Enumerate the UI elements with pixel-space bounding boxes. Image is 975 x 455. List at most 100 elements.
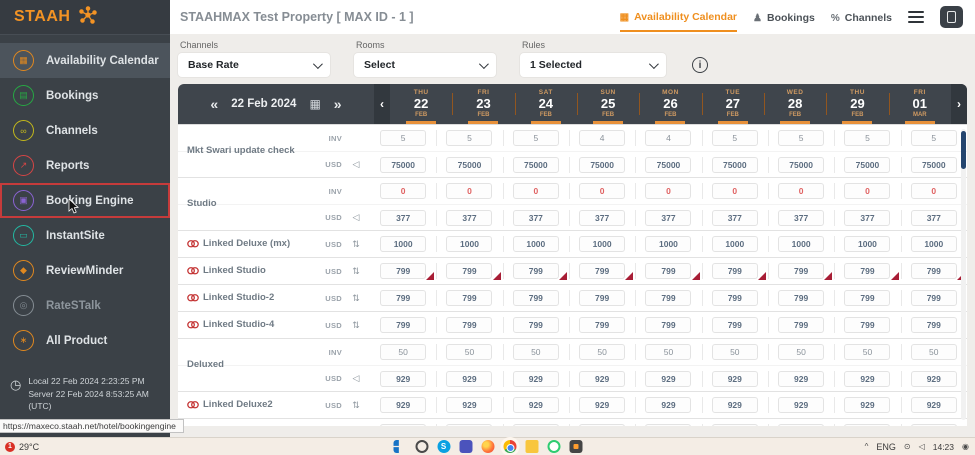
calendar-cell[interactable]: 799 — [702, 285, 768, 311]
inventory-value[interactable]: 0 — [911, 183, 957, 199]
volume-icon[interactable]: ◁ — [919, 442, 925, 451]
calendar-cell[interactable]: 799 — [635, 258, 701, 284]
inventory-value[interactable]: 0 — [911, 424, 957, 426]
rate-value[interactable]: 75000 — [446, 157, 492, 173]
rate-value[interactable]: 799 — [579, 317, 625, 333]
calendar-cell[interactable]: 0 — [702, 419, 768, 426]
rate-value[interactable]: 377 — [778, 210, 824, 226]
calendar-cell[interactable]: 50 — [901, 339, 967, 365]
rate-value[interactable]: 799 — [513, 317, 559, 333]
calendar-cell[interactable]: 0 — [635, 419, 701, 426]
calendar-cell[interactable]: 929 — [702, 392, 768, 418]
calendar-cell[interactable]: 5 — [768, 125, 834, 151]
firefox-icon[interactable] — [481, 440, 494, 453]
calendar-cell[interactable]: 0 — [901, 178, 967, 204]
rate-value[interactable]: 799 — [446, 290, 492, 306]
next-week-button[interactable]: » — [334, 96, 342, 112]
calendar-cell[interactable]: 0 — [370, 178, 436, 204]
calendar-cell[interactable]: 799 — [370, 258, 436, 284]
prev-week-button[interactable]: « — [210, 96, 218, 112]
app-switcher-button[interactable] — [940, 6, 963, 28]
rate-value[interactable]: 1000 — [778, 236, 824, 252]
calendar-cell[interactable]: 75000 — [768, 152, 834, 178]
calendar-cell[interactable]: 929 — [768, 366, 834, 392]
rate-value[interactable]: 929 — [712, 371, 758, 387]
calendar-cell[interactable]: 799 — [768, 312, 834, 338]
calendar-cell[interactable]: 799 — [436, 312, 502, 338]
folder-icon[interactable] — [525, 440, 538, 453]
rate-value[interactable]: 1000 — [645, 236, 691, 252]
rate-value[interactable]: 929 — [513, 371, 559, 387]
calendar-cell[interactable]: 799 — [503, 312, 569, 338]
rate-value[interactable]: 929 — [380, 371, 426, 387]
date-column-22-feb[interactable]: THU22FEB — [390, 84, 452, 124]
date-column-24-feb[interactable]: SAT24FEB — [515, 84, 577, 124]
calendar-cell[interactable]: 929 — [768, 392, 834, 418]
channels-dropdown[interactable]: Base Rate — [178, 53, 330, 77]
rate-value[interactable]: 75000 — [911, 157, 957, 173]
date-column-25-feb[interactable]: SUN25FEB — [577, 84, 639, 124]
rate-value[interactable]: 799 — [380, 290, 426, 306]
calendar-cell[interactable]: 5 — [702, 125, 768, 151]
calendar-cell[interactable]: 0 — [702, 178, 768, 204]
calendar-cell[interactable]: 799 — [370, 312, 436, 338]
rate-value[interactable]: 799 — [911, 263, 957, 279]
rate-value[interactable]: 799 — [778, 290, 824, 306]
rate-value[interactable]: 929 — [911, 397, 957, 413]
rate-value[interactable]: 799 — [513, 263, 559, 279]
inventory-value[interactable]: 0 — [579, 183, 625, 199]
calendar-cell[interactable]: 4 — [635, 125, 701, 151]
calendar-cell[interactable]: 0 — [834, 178, 900, 204]
rate-value[interactable]: 799 — [911, 317, 957, 333]
calendar-cell[interactable]: 0 — [503, 178, 569, 204]
rate-value[interactable]: 929 — [579, 371, 625, 387]
rate-value[interactable]: 929 — [380, 397, 426, 413]
calendar-cell[interactable]: 0 — [834, 419, 900, 426]
rate-value[interactable]: 1000 — [579, 236, 625, 252]
rate-value[interactable]: 377 — [712, 210, 758, 226]
calendar-cell[interactable]: 799 — [901, 258, 967, 284]
calendar-cell[interactable]: 5 — [436, 125, 502, 151]
calendar-cell[interactable]: 799 — [635, 285, 701, 311]
rate-value[interactable]: 799 — [712, 263, 758, 279]
calendar-cell[interactable]: 50 — [503, 339, 569, 365]
tray-expand-caret[interactable]: ^ — [865, 442, 869, 451]
inventory-value[interactable]: 5 — [513, 130, 559, 146]
calendar-cell[interactable]: 929 — [569, 366, 635, 392]
scrollbar-thumb[interactable] — [961, 131, 966, 169]
calendar-cell[interactable]: 929 — [503, 392, 569, 418]
calendar-cell[interactable]: 377 — [436, 205, 502, 231]
date-column-23-feb[interactable]: FRI23FEB — [452, 84, 514, 124]
calendar-cell[interactable]: 0 — [569, 178, 635, 204]
calendar-cell[interactable]: 0 — [768, 419, 834, 426]
calendar-cell[interactable]: 5 — [503, 125, 569, 151]
rate-value[interactable]: 929 — [579, 397, 625, 413]
calendar-cell[interactable]: 929 — [834, 392, 900, 418]
calendar-cell[interactable]: 929 — [436, 366, 502, 392]
rate-value[interactable]: 1000 — [911, 236, 957, 252]
calendar-cell[interactable]: 377 — [834, 205, 900, 231]
rate-value[interactable]: 799 — [844, 263, 890, 279]
scroll-dates-right-button[interactable]: › — [951, 84, 967, 124]
nav-channels[interactable]: % Channels — [831, 3, 892, 31]
inventory-value[interactable]: 0 — [513, 183, 559, 199]
calendar-cell[interactable]: 50 — [768, 339, 834, 365]
sidebar-item-reports[interactable]: ↗Reports — [0, 148, 170, 183]
rate-value[interactable]: 377 — [446, 210, 492, 226]
rate-value[interactable]: 929 — [645, 397, 691, 413]
calendar-cell[interactable]: 799 — [569, 258, 635, 284]
rate-value[interactable]: 929 — [513, 397, 559, 413]
calendar-cell[interactable]: 799 — [569, 312, 635, 338]
inventory-value[interactable]: 50 — [844, 344, 890, 360]
calendar-cell[interactable]: 377 — [370, 205, 436, 231]
calendar-cell[interactable]: 799 — [901, 312, 967, 338]
sidebar-item-ratestalk[interactable]: ◎RateSTalk — [0, 288, 170, 323]
rate-value[interactable]: 799 — [778, 263, 824, 279]
inventory-value[interactable]: 0 — [380, 424, 426, 426]
calendar-cell[interactable]: 929 — [436, 392, 502, 418]
calendar-cell[interactable]: 377 — [768, 205, 834, 231]
inventory-value[interactable]: 0 — [844, 183, 890, 199]
calendar-cell[interactable]: 799 — [768, 258, 834, 284]
calendar-cell[interactable]: 377 — [702, 205, 768, 231]
whatsapp-icon[interactable] — [547, 440, 560, 453]
